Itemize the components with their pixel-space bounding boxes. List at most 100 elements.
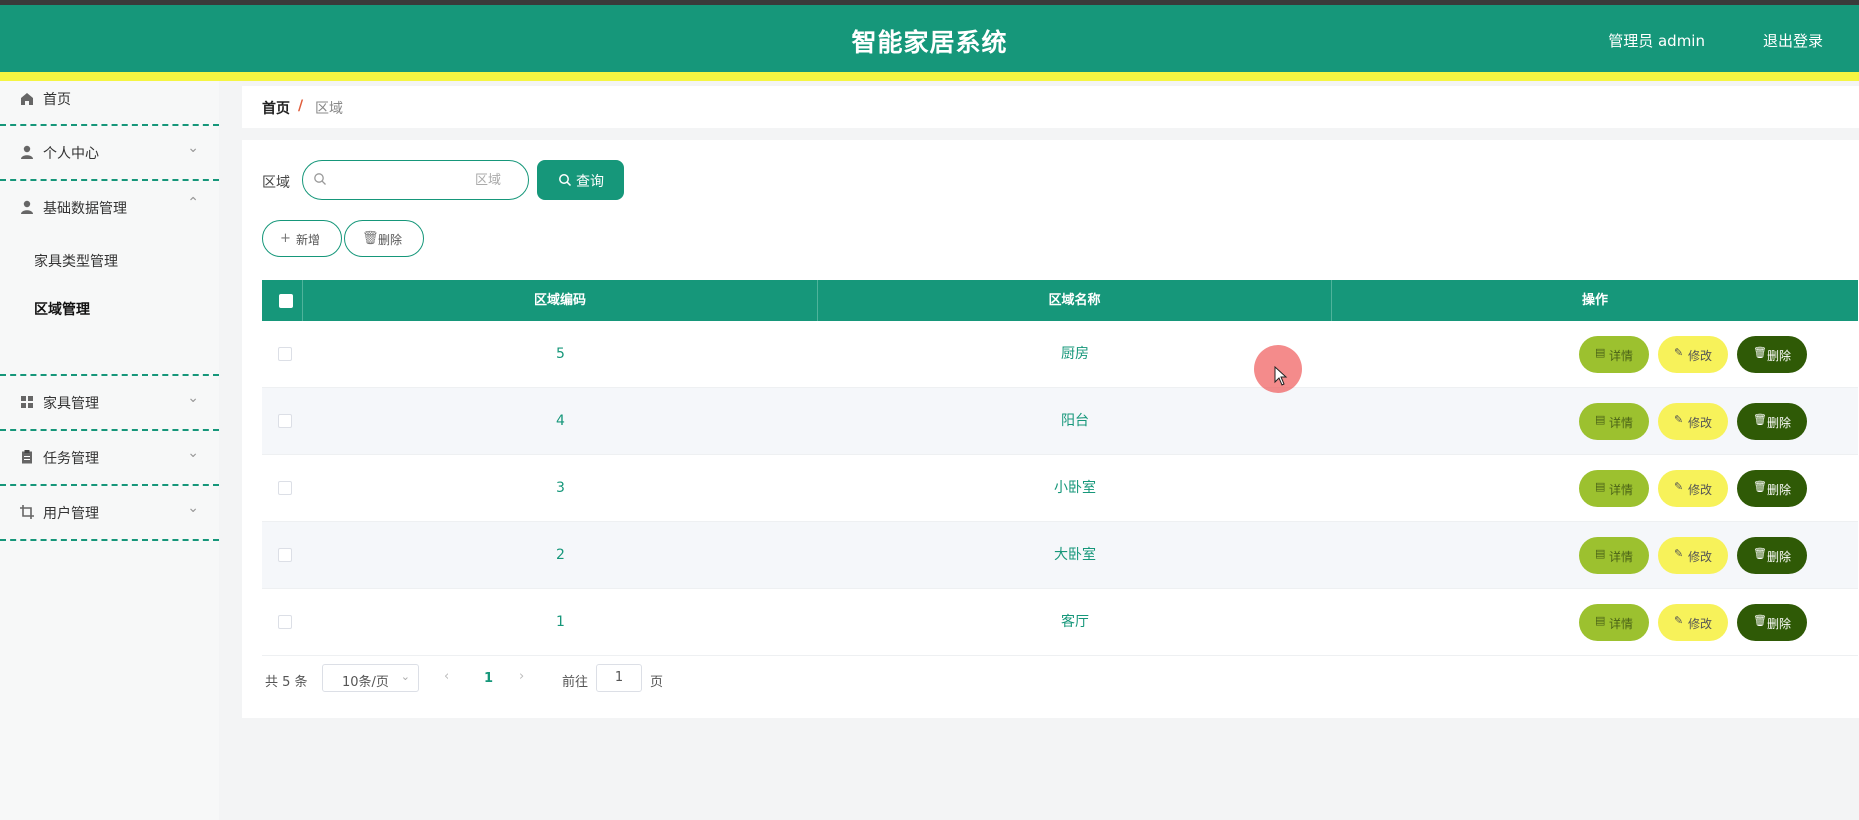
chevron-up-icon: ⌃ (187, 195, 199, 211)
chevron-down-icon: ⌄ (400, 670, 410, 683)
sidebar-item-basic-data-header[interactable]: 基础数据管理 ⌃ (0, 181, 219, 236)
table-header: 区域编码 区域名称 操作 (262, 280, 1858, 321)
breadcrumb: 首页 / 区域 (242, 86, 1859, 128)
plus-icon: + (280, 231, 291, 246)
sidebar-item-basic-data: 基础数据管理 ⌃ 家具类型管理 区域管理 (0, 181, 219, 376)
mouse-cursor-icon (1274, 366, 1288, 386)
sidebar-item-users[interactable]: 用户管理 ⌄ (0, 486, 219, 541)
current-user: 管理员 admin (1608, 32, 1705, 50)
page-number[interactable]: 1 (484, 671, 493, 686)
detail-button[interactable]: ▤ 详情 (1579, 604, 1649, 641)
region-table: 区域编码 区域名称 操作 5 厨房 ▤ 详情 ✎ 修改 🗑 删除 4 阳台 ▤ 详情 ✎… (262, 280, 1858, 656)
trash-icon: 🗑 (1753, 480, 1767, 493)
region-code-cell: 2 (556, 547, 565, 563)
trash-icon: 🗑 (1753, 346, 1767, 359)
delete-button[interactable]: 🗑 删除 (1737, 336, 1807, 373)
row-checkbox[interactable] (278, 414, 292, 428)
delete-button[interactable]: 🗑 删除 (1737, 403, 1807, 440)
document-icon: ▤ (1595, 614, 1606, 627)
trash-icon: 🗑 (1753, 413, 1767, 426)
query-button[interactable]: 查询 (537, 160, 624, 200)
sidebar-item-tasks[interactable]: 任务管理 ⌄ (0, 431, 219, 486)
edit-button[interactable]: ✎ 修改 (1658, 336, 1728, 373)
edit-button[interactable]: ✎ 修改 (1658, 604, 1728, 641)
detail-button[interactable]: ▤ 详情 (1579, 537, 1649, 574)
delete-button[interactable]: 🗑 删除 (1737, 604, 1807, 641)
main-content: 区域 查询 + 新增 🗑 删除 区域编码 区域名称 操作 5 厨房 ▤详情 (242, 140, 1859, 718)
trash-icon: 🗑 (1753, 547, 1767, 560)
page-size-select[interactable]: 10条/页 ⌄ (322, 664, 419, 692)
prev-page-button[interactable]: ‹ (444, 669, 449, 684)
region-name-cell: 客厅 (1061, 614, 1089, 630)
header-accent-bar (0, 72, 1859, 81)
pencil-icon: ✎ (1674, 547, 1684, 560)
app-title: 智能家居系统 (851, 28, 1008, 57)
column-header-name: 区域名称 (818, 280, 1332, 321)
sidebar-item-label: 用户管理 (43, 506, 99, 522)
select-all-column (262, 280, 303, 321)
sidebar-item-furniture[interactable]: 家具管理 ⌄ (0, 376, 219, 431)
region-code-cell: 3 (556, 480, 565, 496)
select-all-checkbox[interactable] (279, 294, 293, 308)
document-icon: ▤ (1595, 480, 1606, 493)
delete-button[interactable]: 🗑 删除 (1737, 537, 1807, 574)
detail-button[interactable]: ▤ 详情 (1579, 336, 1649, 373)
column-header-actions: 操作 (1581, 293, 1608, 308)
region-code-cell: 5 (556, 346, 565, 362)
table-row: 3 小卧室 ▤ 详情 ✎ 修改 🗑 删除 (262, 455, 1858, 522)
clipboard-icon (22, 450, 32, 464)
pencil-icon: ✎ (1674, 413, 1684, 426)
batch-delete-label: 删除 (378, 233, 403, 247)
search-input[interactable] (333, 169, 521, 191)
column-header-code: 区域编码 (303, 280, 818, 321)
chevron-down-icon: ⌄ (187, 445, 199, 461)
sidebar-subitem-label: 家具类型管理 (34, 254, 118, 270)
chevron-down-icon: ⌄ (187, 500, 199, 516)
detail-button[interactable]: ▤ 详情 (1579, 470, 1649, 507)
batch-delete-button[interactable]: 🗑 删除 (344, 220, 424, 257)
sidebar-item-label: 任务管理 (43, 451, 99, 467)
sidebar-item-home[interactable]: 首页 (0, 81, 219, 126)
home-icon (21, 93, 33, 105)
region-code-cell: 1 (556, 614, 565, 630)
region-code-cell: 4 (556, 413, 565, 429)
row-checkbox[interactable] (278, 347, 292, 361)
total-count: 共 5 条 (265, 675, 308, 690)
edit-button[interactable]: ✎ 修改 (1658, 470, 1728, 507)
sidebar-item-label: 个人中心 (43, 146, 99, 162)
edit-button[interactable]: ✎ 修改 (1658, 403, 1728, 440)
trash-icon: 🗑 (1753, 614, 1767, 627)
pencil-icon: ✎ (1674, 346, 1684, 359)
add-button[interactable]: + 新增 (262, 220, 342, 257)
sidebar-subitem-label: 区域管理 (34, 302, 90, 318)
add-button-label: 新增 (296, 233, 321, 247)
row-checkbox[interactable] (278, 481, 292, 495)
detail-button[interactable]: ▤ 详情 (1579, 403, 1649, 440)
sidebar-item-personal-center[interactable]: 个人中心 ⌄ (0, 126, 219, 181)
grid-icon (21, 396, 33, 408)
goto-page-input[interactable]: 1 (596, 664, 642, 692)
search-field[interactable] (302, 160, 529, 200)
sidebar-item-label: 基础数据管理 (43, 201, 127, 217)
table-row: 4 阳台 ▤ 详情 ✎ 修改 🗑 删除 (262, 388, 1858, 455)
breadcrumb-current: 区域 (315, 101, 343, 117)
goto-label: 前往 (562, 675, 589, 690)
region-name-cell: 阳台 (1061, 413, 1089, 429)
row-checkbox[interactable] (278, 615, 292, 629)
trash-icon: 🗑 (362, 231, 379, 246)
search-label: 区域 (262, 175, 290, 191)
logout-link[interactable]: 退出登录 (1763, 30, 1823, 51)
delete-button[interactable]: 🗑 删除 (1737, 470, 1807, 507)
sidebar-subitem-region[interactable]: 区域管理 (0, 284, 219, 332)
next-page-button[interactable]: › (519, 669, 524, 684)
breadcrumb-home[interactable]: 首页 (262, 98, 290, 118)
search-icon (559, 174, 572, 187)
table-row: 5 厨房 ▤ 详情 ✎ 修改 🗑 删除 (262, 321, 1858, 388)
edit-button[interactable]: ✎ 修改 (1658, 537, 1728, 574)
document-icon: ▤ (1595, 547, 1606, 560)
row-checkbox[interactable] (278, 548, 292, 562)
app-header: 智能家居系统 管理员 admin 退出登录 (0, 5, 1859, 72)
table-row: 1 客厅 ▤ 详情 ✎ 修改 🗑 删除 (262, 589, 1858, 656)
sidebar-subitem-furniture-type[interactable]: 家具类型管理 (0, 236, 219, 284)
page-size-value: 10条/页 (342, 675, 389, 690)
